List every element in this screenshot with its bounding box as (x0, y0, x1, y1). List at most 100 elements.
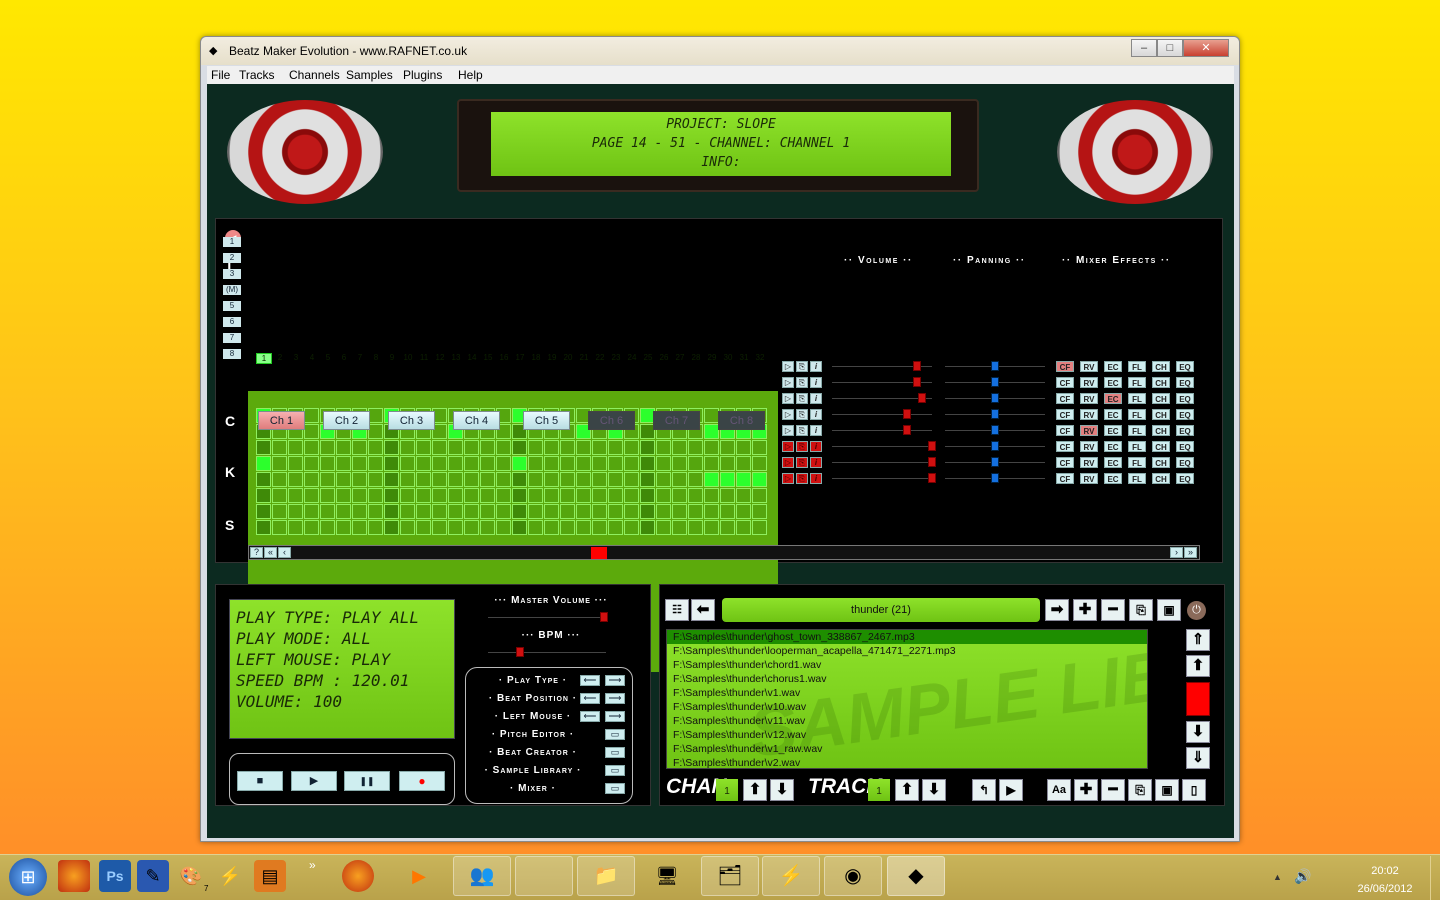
volume-knob[interactable] (918, 393, 926, 403)
step-cell[interactable] (720, 456, 735, 471)
track-button-5[interactable]: 5 (223, 301, 241, 311)
arrow-right-button[interactable]: ⟶ (605, 675, 625, 686)
step-cell[interactable] (256, 456, 271, 471)
step-cell[interactable] (720, 440, 735, 455)
show-hidden-icons[interactable]: ▲ (1273, 872, 1282, 882)
step-cell[interactable] (304, 456, 319, 471)
step-cell[interactable] (592, 456, 607, 471)
step-cell[interactable] (624, 472, 639, 487)
step-cell[interactable] (496, 520, 511, 535)
effect-eq-button[interactable]: EQ (1176, 409, 1194, 420)
step-cell[interactable] (320, 504, 335, 519)
step-cell[interactable] (640, 456, 655, 471)
step-cell[interactable] (544, 472, 559, 487)
step-cell[interactable] (368, 504, 383, 519)
effect-cf-button[interactable]: CF (1056, 441, 1074, 452)
volume-slider[interactable] (832, 398, 932, 399)
menu-samples[interactable]: Samples (346, 68, 393, 82)
step-cell[interactable] (400, 456, 415, 471)
bpm-knob[interactable] (516, 647, 524, 657)
effect-rv-button[interactable]: RV (1080, 425, 1098, 436)
step-cell[interactable] (720, 520, 735, 535)
load-sample-icon[interactable]: ⎘ (796, 425, 808, 436)
step-cell[interactable] (416, 488, 431, 503)
volume-knob[interactable] (913, 361, 921, 371)
step-cell[interactable] (352, 440, 367, 455)
step-cell[interactable] (288, 488, 303, 503)
step-cell[interactable] (496, 440, 511, 455)
effect-ch-button[interactable]: CH (1152, 473, 1170, 484)
step-cell[interactable] (368, 520, 383, 535)
winamp-icon[interactable]: ⚡ (214, 860, 246, 892)
step-cell[interactable] (272, 456, 287, 471)
step-cell[interactable] (400, 440, 415, 455)
save-sample-button[interactable]: ▣ (1155, 779, 1179, 801)
play-channel-icon[interactable]: ▷ (782, 441, 794, 452)
info-icon[interactable]: i (810, 361, 822, 372)
network-computer-icon[interactable]: 🖥 (651, 860, 683, 892)
step-cell[interactable] (688, 520, 703, 535)
effect-cf-button[interactable]: CF (1056, 457, 1074, 468)
step-cell[interactable] (368, 456, 383, 471)
step-cell[interactable] (416, 504, 431, 519)
channel-tab-5[interactable]: Ch 5 (523, 411, 570, 430)
remove-folder-button[interactable]: ━ (1101, 599, 1125, 621)
step-cell[interactable] (640, 520, 655, 535)
chan-down-button[interactable]: ⬇ (770, 779, 794, 801)
step-cell[interactable] (672, 472, 687, 487)
track-up-button[interactable]: ⬆ (895, 779, 919, 801)
step-cell[interactable] (368, 440, 383, 455)
panning-knob[interactable] (991, 441, 999, 451)
effect-ec-button[interactable]: EC (1104, 457, 1122, 468)
step-cell[interactable] (480, 520, 495, 535)
step-cell[interactable] (256, 488, 271, 503)
effect-ec-button[interactable]: EC (1104, 377, 1122, 388)
info-icon[interactable]: i (810, 473, 822, 484)
effect-fl-button[interactable]: FL (1128, 425, 1146, 436)
step-cell[interactable] (752, 472, 767, 487)
chan-up-button[interactable]: ⬆ (743, 779, 767, 801)
step-cell[interactable] (416, 520, 431, 535)
file-list-item[interactable]: F:\Samples\thunder\v2.wav (667, 756, 1147, 768)
step-cell[interactable] (256, 472, 271, 487)
step-cell[interactable] (624, 488, 639, 503)
step-cell[interactable] (480, 488, 495, 503)
step-cell[interactable] (592, 504, 607, 519)
taskbar-messenger[interactable]: 👥 (453, 856, 511, 896)
step-cell[interactable] (736, 520, 751, 535)
help-button[interactable]: ? (250, 547, 263, 558)
step-cell[interactable] (448, 520, 463, 535)
step-cell[interactable] (304, 440, 319, 455)
quick-launch-more[interactable]: » (309, 858, 316, 872)
step-cell[interactable] (512, 504, 527, 519)
master-volume-track[interactable] (488, 617, 606, 618)
step-cell[interactable] (352, 520, 367, 535)
step-cell[interactable] (736, 440, 751, 455)
step-cell[interactable] (560, 520, 575, 535)
step-cell[interactable] (480, 472, 495, 487)
effect-fl-button[interactable]: FL (1128, 441, 1146, 452)
scroll-down-button[interactable]: ⬇ (1186, 721, 1210, 743)
step-cell[interactable] (592, 520, 607, 535)
taskbar-explorer[interactable]: 📁 (577, 856, 635, 896)
clock[interactable]: 20:02 26/06/2012 (1340, 862, 1430, 898)
step-cell[interactable] (320, 520, 335, 535)
effect-ch-button[interactable]: CH (1152, 425, 1170, 436)
step-cell[interactable] (640, 504, 655, 519)
step-cell[interactable] (384, 456, 399, 471)
effect-rv-button[interactable]: RV (1080, 409, 1098, 420)
step-cell[interactable] (544, 520, 559, 535)
step-cell[interactable] (336, 472, 351, 487)
taskbar-blank-window[interactable] (515, 856, 573, 896)
step-cell[interactable] (448, 488, 463, 503)
step-cell[interactable] (304, 408, 319, 423)
open-panel-button[interactable]: ▭ (605, 747, 625, 758)
arrow-right-button[interactable]: ⟶ (605, 711, 625, 722)
palette-icon[interactable]: 🎨 (175, 860, 207, 892)
step-cell[interactable] (432, 488, 447, 503)
load-sample-icon[interactable]: ⎘ (796, 377, 808, 388)
effect-eq-button[interactable]: EQ (1176, 473, 1194, 484)
file-list-item[interactable]: F:\Samples\thunder\v10.wav (667, 700, 1147, 714)
channel-tab-7[interactable]: Ch 7 (653, 411, 700, 430)
effect-ec-button[interactable]: EC (1104, 409, 1122, 420)
